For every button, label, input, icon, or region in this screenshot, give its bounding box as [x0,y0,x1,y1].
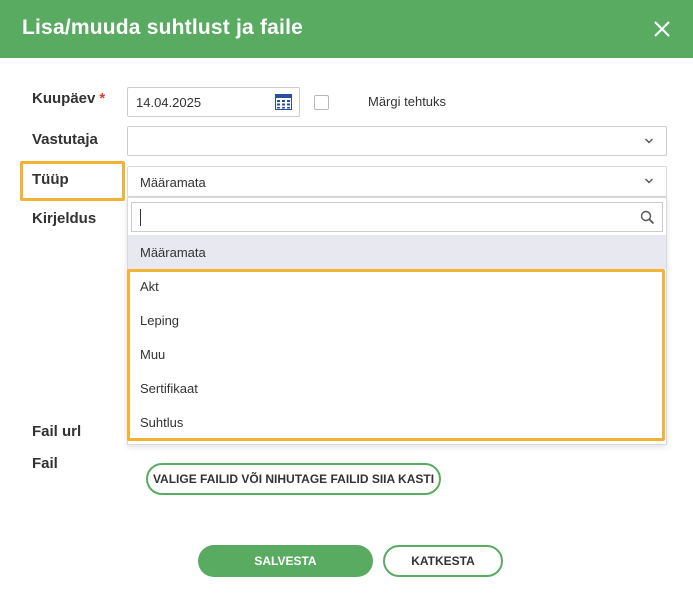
text-caret [140,209,141,226]
cancel-button[interactable]: KATKESTA [383,545,503,577]
mark-done-label: Märgi tehtuks [368,94,447,109]
close-icon[interactable] [651,18,673,40]
type-select[interactable]: Määramata [127,166,667,197]
calendar-icon[interactable] [275,94,292,110]
type-label: Tüüp [32,171,69,188]
mark-done-checkbox[interactable] [314,95,329,110]
description-label: Kirjeldus [32,210,97,227]
chevron-down-icon [645,178,653,184]
file-url-label: Fail url [32,423,82,440]
type-option-maaramata[interactable]: Määramata [128,235,666,269]
date-label: Kuupäev * [32,90,106,107]
date-value: 14.04.2025 [136,95,202,110]
required-mark: * [99,90,106,107]
dialog-title: Lisa/muuda suhtlust ja faile [22,16,303,39]
dialog-header: Lisa/muuda suhtlust ja faile [0,0,693,58]
responsible-label: Vastutaja [32,131,98,148]
date-input[interactable]: 14.04.2025 [127,87,300,117]
file-label: Fail [32,455,58,472]
options-highlight [127,269,665,441]
save-button[interactable]: SALVESTA [198,545,373,577]
type-select-value: Määramata [140,175,206,190]
search-icon [640,210,655,225]
chevron-down-icon [645,138,653,144]
dropdown-search-input[interactable] [131,202,663,232]
responsible-select[interactable] [127,126,667,156]
upload-files-button[interactable]: VALIGE FAILID VÕI NIHUTAGE FAILID SIIA K… [146,463,441,495]
